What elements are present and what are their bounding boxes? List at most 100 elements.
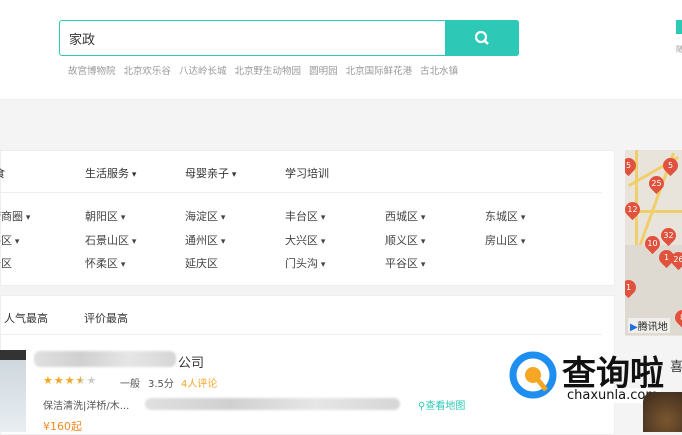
map-pin-count: 12 xyxy=(627,205,638,214)
area-label: 平区 xyxy=(0,234,12,247)
area-label: 石景山区 xyxy=(85,234,129,247)
map-pin-count: 10 xyxy=(647,239,658,248)
map-pin-count: 1 xyxy=(625,283,632,292)
map-pin-count: 8 xyxy=(679,313,682,322)
header-right-label: 随 xyxy=(676,45,682,54)
score: 3.5分 xyxy=(148,379,174,390)
area-filter[interactable]: 朝阳区 ▾ xyxy=(85,208,125,224)
map-pin-count: 25 xyxy=(651,179,662,188)
rating-stars: ★★★★★ xyxy=(43,374,98,387)
hot-keyword[interactable]: 故宫博物院 xyxy=(68,63,116,77)
caret-down-icon: ▾ xyxy=(518,237,526,247)
hot-keyword[interactable]: 八达岭长城 xyxy=(179,63,227,77)
area-filter[interactable]: 平区 ▾ xyxy=(0,232,19,248)
area-label: 东城区 xyxy=(485,210,518,223)
listing-tags: 保洁清洗|洋桥/木... xyxy=(43,401,130,412)
map-pin-count: 32 xyxy=(663,231,674,240)
area-filter[interactable]: 房山区 ▾ xyxy=(485,232,525,248)
caret-down-icon: ▾ xyxy=(318,237,326,247)
map-pin[interactable]: 12 xyxy=(625,198,644,221)
caret-down-icon: ▾ xyxy=(418,237,426,247)
area-label: 延庆区 xyxy=(185,257,218,270)
area-filter[interactable]: 顺义区 ▾ xyxy=(385,232,425,248)
area-label: 房山区 xyxy=(485,234,518,247)
divider xyxy=(0,192,602,193)
area-label: 通州区 xyxy=(185,234,218,247)
category-label: 学习培训 xyxy=(285,167,329,180)
side-text: 喜 xyxy=(670,360,682,375)
search-button[interactable] xyxy=(445,20,519,56)
hot-keyword[interactable]: 圆明园 xyxy=(309,63,338,77)
area-label: 大兴区 xyxy=(285,234,318,247)
area-filter[interactable]: 延庆区 xyxy=(185,255,218,271)
category-tab[interactable]: 生活服务 ▾ xyxy=(85,165,136,181)
area-filter[interactable]: 东城区 ▾ xyxy=(485,208,525,224)
caret-down-icon: ▾ xyxy=(418,213,426,223)
area-filter[interactable]: 怀柔区 ▾ xyxy=(85,255,125,271)
search-input[interactable] xyxy=(60,21,440,55)
blurred-name xyxy=(34,351,176,367)
map-pin-count: 5 xyxy=(625,161,632,170)
map-pin[interactable]: 25 xyxy=(645,172,668,195)
area-label: 平谷区 xyxy=(385,257,418,270)
category-tab[interactable]: 食 xyxy=(0,165,5,181)
caret-down-icon: ▾ xyxy=(218,213,226,223)
header-right-badge[interactable] xyxy=(676,20,682,34)
area-filter[interactable]: 石景山区 ▾ xyxy=(85,232,136,248)
map-pin[interactable]: 32 xyxy=(657,224,680,247)
hot-keyword[interactable]: 北京欢乐谷 xyxy=(124,63,172,77)
map-pin[interactable]: 26 xyxy=(667,248,682,271)
area-filter[interactable]: 西城区 ▾ xyxy=(385,208,425,224)
hot-keyword[interactable]: 北京国际鲜花港 xyxy=(346,63,413,77)
map-link[interactable]: ⚲查看地图 xyxy=(418,397,465,412)
area-label: 云区 xyxy=(0,257,12,270)
search-icon xyxy=(474,30,489,45)
hot-keywords: 故宫博物院 北京欢乐谷 八达岭长城 北京野生动物园 圆明园 北京国际鲜花港 古北水镇 xyxy=(68,63,458,77)
area-label: 西城区 xyxy=(385,210,418,223)
area-filter[interactable]: 大兴区 ▾ xyxy=(285,232,325,248)
header: 故宫博物院北京欢乐谷八达岭长城北京野生动物园圆明园北京国际鲜花港古北水镇 随 xyxy=(0,0,682,100)
area-filter[interactable]: 平谷区 ▾ xyxy=(385,255,425,271)
listing-thumbnail[interactable] xyxy=(0,350,26,432)
area-filter[interactable]: 梦商圈 ▾ xyxy=(0,208,30,224)
caret-down-icon: ▾ xyxy=(418,260,426,270)
watermark: 查询啦 chaxunla.com xyxy=(508,348,664,408)
rating-label: 一般 xyxy=(120,379,140,390)
sort-popular[interactable]: 人气最高 xyxy=(4,310,48,326)
map-pin-count: 5 xyxy=(667,161,674,170)
hot-keyword[interactable]: 古北水镇 xyxy=(420,63,458,77)
category-label: 母婴亲子 xyxy=(185,167,229,180)
area-filter[interactable]: 丰台区 ▾ xyxy=(285,208,325,224)
area-filter[interactable]: 云区 xyxy=(0,255,12,271)
chaxunla-logo-icon xyxy=(509,351,557,399)
area-label: 梦商圈 xyxy=(0,210,23,223)
listing-name-suffix[interactable]: 公司 xyxy=(178,352,204,371)
area-label: 顺义区 xyxy=(385,234,418,247)
hot-keyword[interactable]: 北京野生动物园 xyxy=(235,63,302,77)
area-label: 门头沟 xyxy=(285,257,318,270)
map[interactable]: 5 25 12 10 32 1 26 5 1 8 ▶腾讯地 xyxy=(625,150,682,336)
caret-down-icon: ▾ xyxy=(318,260,326,270)
area-label: 朝阳区 xyxy=(85,210,118,223)
sort-rating[interactable]: 评价最高 xyxy=(84,310,128,326)
caret-down-icon: ▾ xyxy=(518,213,526,223)
map-link-label: 查看地图 xyxy=(425,401,466,412)
category-label: 生活服务 xyxy=(85,167,129,180)
area-filter[interactable]: 通州区 ▾ xyxy=(185,232,225,248)
category-tab[interactable]: 学习培训 xyxy=(285,165,329,181)
caret-down-icon: ▾ xyxy=(118,260,126,270)
area-label: 怀柔区 xyxy=(85,257,118,270)
caret-down-icon: ▾ xyxy=(118,213,126,223)
area-filter[interactable]: 门头沟 ▾ xyxy=(285,255,325,271)
food-image[interactable] xyxy=(643,392,682,432)
area-filter[interactable]: 海淀区 ▾ xyxy=(185,208,225,224)
caret-down-icon: ▾ xyxy=(23,213,31,223)
map-brand: 腾讯地 xyxy=(637,322,668,333)
map-pin-count: 26 xyxy=(673,255,682,264)
map-pin[interactable]: 5 xyxy=(659,154,682,177)
caret-down-icon: ▾ xyxy=(129,237,137,247)
category-tab[interactable]: 母婴亲子 ▾ xyxy=(185,165,236,181)
caret-down-icon: ▾ xyxy=(318,213,326,223)
reviews-link[interactable]: 4人评论 xyxy=(181,375,217,390)
area-label: 海淀区 xyxy=(185,210,218,223)
